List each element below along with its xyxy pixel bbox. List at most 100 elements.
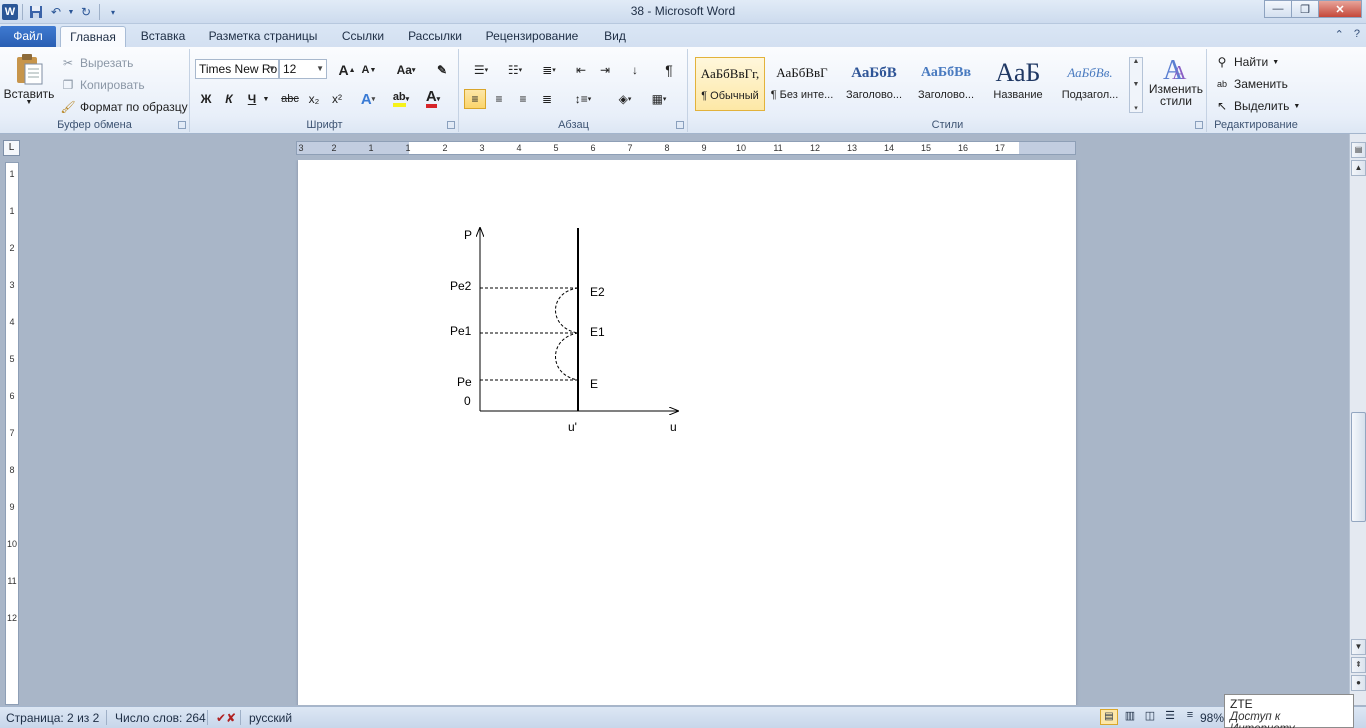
tab-file[interactable]: Файл bbox=[0, 26, 56, 47]
decrease-indent-icon[interactable]: ⇤ bbox=[570, 60, 592, 80]
bold-button[interactable]: Ж bbox=[195, 89, 217, 109]
styles-launcher-icon[interactable] bbox=[1195, 121, 1203, 129]
font-color-button[interactable]: A ▾ bbox=[419, 89, 447, 109]
shading-button[interactable]: ◈ ▾ bbox=[610, 89, 640, 109]
find-button[interactable]: ⚲ Найти ▼ bbox=[1214, 54, 1280, 70]
align-center-icon[interactable]: ≡ bbox=[488, 89, 510, 109]
sort-icon[interactable]: ↓ bbox=[624, 60, 646, 80]
font-name-input[interactable]: Times New Ro ▼ bbox=[195, 59, 279, 79]
font-size-dropdown-icon[interactable]: ▼ bbox=[316, 60, 324, 78]
style-heading-2[interactable]: АаБбВв Заголово... bbox=[911, 57, 981, 111]
multilevel-list-button[interactable]: ≣ ▾ bbox=[534, 60, 564, 80]
tab-view[interactable]: Вид bbox=[594, 26, 636, 47]
save-icon[interactable] bbox=[27, 3, 45, 21]
zoom-level[interactable]: 98% bbox=[1200, 711, 1224, 725]
font-name-dropdown-icon[interactable]: ▼ bbox=[268, 60, 276, 78]
shrink-font-button[interactable]: A ▼ bbox=[358, 60, 380, 80]
text-effects-button[interactable]: A ▾ bbox=[357, 89, 379, 109]
language-indicator[interactable]: русский bbox=[249, 711, 292, 725]
vertical-scrollbar[interactable]: ▤ ▲ ▼ ⇞ ● bbox=[1349, 134, 1366, 705]
copy-button[interactable]: ❐ Копировать bbox=[60, 77, 145, 93]
select-label: Выделить bbox=[1234, 99, 1290, 113]
replace-button[interactable]: ab Заменить bbox=[1214, 76, 1288, 92]
gallery-more-icon[interactable]: ▾ bbox=[1134, 104, 1138, 112]
web-layout-icon[interactable]: ◫ bbox=[1142, 709, 1158, 725]
tab-review[interactable]: Рецензирование bbox=[476, 26, 588, 47]
page-count[interactable]: Страница: 2 из 2 bbox=[6, 711, 99, 725]
word-app-icon[interactable]: W bbox=[2, 4, 18, 20]
customize-qat-icon[interactable]: ▾ bbox=[104, 3, 122, 21]
italic-button[interactable]: К bbox=[218, 89, 240, 109]
undo-dropdown-icon[interactable]: ▼ bbox=[67, 3, 75, 21]
format-painter-button[interactable]: 🖌 Формат по образцу bbox=[60, 99, 187, 115]
paste-button[interactable]: Вставить ▼ bbox=[4, 53, 54, 106]
numbering-button[interactable]: ☷ ▾ bbox=[500, 60, 530, 80]
justify-icon[interactable]: ≣ bbox=[536, 89, 558, 109]
select-button[interactable]: ↖ Выделить ▼ bbox=[1214, 98, 1300, 114]
align-left-button[interactable]: ≡ bbox=[464, 89, 486, 109]
minimize-button[interactable]: — bbox=[1264, 0, 1292, 18]
style-subtitle[interactable]: АаБбВв. Подзагол... bbox=[1055, 57, 1125, 111]
font-launcher-icon[interactable] bbox=[447, 121, 455, 129]
superscript-button[interactable]: x² bbox=[326, 89, 348, 109]
style-title[interactable]: АаБ Название bbox=[983, 57, 1053, 111]
ruler-toggle-icon[interactable]: ▤ bbox=[1351, 142, 1366, 158]
show-formatting-button[interactable]: ¶ bbox=[658, 60, 680, 80]
clear-formatting-icon[interactable]: ✎ bbox=[431, 60, 453, 80]
select-dropdown-icon[interactable]: ▼ bbox=[1293, 103, 1300, 110]
undo-icon[interactable]: ↶ bbox=[47, 3, 65, 21]
horizontal-ruler[interactable]: 3 2 1 1 2 3 4 5 6 7 8 9 10 11 12 13 14 15 16 17 bbox=[296, 141, 1076, 155]
redo-icon[interactable]: ↻ bbox=[77, 3, 95, 21]
gallery-up-icon[interactable]: ▲ bbox=[1133, 58, 1140, 65]
increase-indent-icon[interactable]: ⇥ bbox=[594, 60, 616, 80]
tooltip-title: ZTE bbox=[1230, 697, 1253, 711]
font-size-input[interactable]: 12 ▼ bbox=[279, 59, 327, 79]
style-normal[interactable]: АаБбВвГг, ¶ Обычный bbox=[695, 57, 765, 111]
tab-references[interactable]: Ссылки bbox=[332, 26, 394, 47]
strikethrough-button[interactable]: abc bbox=[277, 89, 303, 109]
paragraph-launcher-icon[interactable] bbox=[676, 121, 684, 129]
paste-dropdown-icon[interactable]: ▼ bbox=[26, 99, 33, 106]
style-heading-1[interactable]: АаБбВ Заголово... bbox=[839, 57, 909, 111]
minimize-ribbon-icon[interactable]: ⌃ bbox=[1335, 28, 1344, 41]
tab-home[interactable]: Главная bbox=[60, 26, 126, 47]
line-spacing-button[interactable]: ↕≡ ▾ bbox=[568, 89, 598, 109]
style-no-spacing[interactable]: АаБбВвГ ¶ Без инте... bbox=[767, 57, 837, 111]
previous-page-icon[interactable]: ⇞ bbox=[1351, 657, 1366, 673]
proofing-icon[interactable]: ✔✘ bbox=[216, 711, 236, 725]
reading-view-icon[interactable]: ▥ bbox=[1122, 709, 1138, 725]
tab-insert[interactable]: Вставка bbox=[132, 26, 194, 47]
cut-button[interactable]: ✂ Вырезать bbox=[60, 55, 133, 71]
print-layout-icon[interactable]: ▤ bbox=[1100, 709, 1118, 725]
word-count[interactable]: Число слов: 264 bbox=[115, 711, 206, 725]
close-button[interactable]: ✕ bbox=[1318, 0, 1362, 18]
subscript-button[interactable]: x₂ bbox=[303, 89, 325, 109]
scroll-thumb[interactable] bbox=[1351, 412, 1366, 522]
align-right-icon[interactable]: ≡ bbox=[512, 89, 534, 109]
document-area[interactable]: P Pe2 Pe1 Pe 0 E2 E1 E u' u bbox=[22, 160, 1348, 705]
grow-font-button[interactable]: A ▲ bbox=[336, 60, 358, 80]
tab-selector-button[interactable]: L bbox=[3, 140, 20, 156]
maximize-button[interactable]: ❐ bbox=[1291, 0, 1319, 18]
underline-button[interactable]: Ч bbox=[241, 89, 263, 109]
styles-gallery-scroll[interactable]: ▲ ▼ ▾ bbox=[1129, 57, 1143, 113]
vertical-ruler[interactable]: 1 1 2 3 4 5 6 7 8 9 10 11 12 bbox=[5, 162, 19, 705]
change-styles-button[interactable]: AA Изменить стили bbox=[1145, 53, 1207, 107]
tab-page-layout[interactable]: Разметка страницы bbox=[200, 26, 326, 47]
draft-view-icon[interactable]: ≡ bbox=[1182, 709, 1198, 725]
change-case-button[interactable]: Aa ▾ bbox=[391, 60, 421, 80]
gallery-down-icon[interactable]: ▼ bbox=[1133, 81, 1140, 88]
bullets-button[interactable]: ☰ ▾ bbox=[466, 60, 496, 80]
outline-view-icon[interactable]: ☰ bbox=[1162, 709, 1178, 725]
scroll-down-icon[interactable]: ▼ bbox=[1351, 639, 1366, 655]
tab-mailings[interactable]: Рассылки bbox=[400, 26, 470, 47]
document-page[interactable]: P Pe2 Pe1 Pe 0 E2 E1 E u' u bbox=[298, 160, 1076, 705]
select-browse-object-icon[interactable]: ● bbox=[1351, 675, 1366, 691]
find-dropdown-icon[interactable]: ▼ bbox=[1272, 59, 1279, 66]
highlight-button[interactable]: ab ▾ bbox=[387, 89, 415, 109]
underline-dropdown-icon[interactable]: ▼ bbox=[261, 89, 271, 109]
scroll-up-icon[interactable]: ▲ bbox=[1351, 160, 1366, 176]
clipboard-launcher-icon[interactable] bbox=[178, 121, 186, 129]
borders-button[interactable]: ▦ ▾ bbox=[644, 89, 674, 109]
help-icon[interactable]: ? bbox=[1354, 28, 1360, 41]
